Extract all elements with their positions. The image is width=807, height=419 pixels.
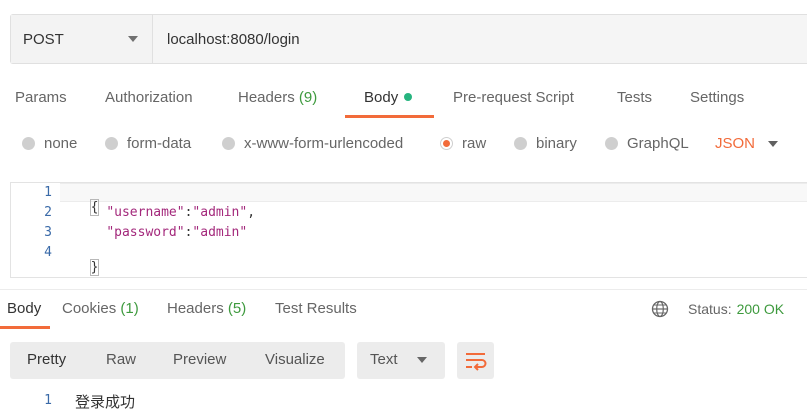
response-tab-body-label: Body — [7, 300, 42, 317]
response-tab-headers-count: (5) — [227, 300, 247, 317]
radio-form-data-label: form-data — [127, 135, 192, 152]
radio-circle-icon — [605, 137, 618, 150]
radio-circle-icon — [222, 137, 235, 150]
radio-binary-label: binary — [536, 135, 577, 152]
line-number: 4 — [44, 245, 52, 260]
radio-circle-icon — [105, 137, 118, 150]
tab-pre-request-script-label: Pre-request Script — [453, 89, 574, 106]
close-brace: } — [89, 259, 100, 276]
code-line-3[interactable]: "password":"admin" — [75, 225, 247, 240]
view-visualize-button[interactable]: Visualize — [265, 351, 325, 368]
active-line-highlight — [60, 183, 807, 202]
format-select[interactable]: JSON — [715, 135, 755, 152]
radio-circle-icon — [22, 137, 35, 150]
view-preview-button[interactable]: Preview — [173, 351, 226, 368]
response-body-text: 登录成功 — [75, 393, 136, 411]
response-status: Status: 200 OK — [688, 301, 784, 317]
wrap-lines-icon — [466, 353, 487, 371]
json-value: "admin" — [192, 225, 248, 240]
radio-none[interactable]: none — [22, 135, 77, 152]
radio-form-data[interactable]: form-data — [105, 135, 191, 152]
url-input[interactable]: localhost:8080/login — [153, 15, 807, 63]
response-tab-cookies-label: Cookies — [62, 300, 117, 317]
globe-icon[interactable] — [651, 300, 669, 318]
radio-graphql-label: GraphQL — [627, 135, 689, 152]
tab-tests[interactable]: Tests — [617, 89, 652, 106]
response-tab-headers-label: Headers — [167, 300, 224, 317]
json-key: "username" — [106, 205, 185, 220]
wrap-lines-button[interactable] — [457, 342, 494, 379]
tab-params[interactable]: Params — [15, 89, 67, 106]
line-number: 1 — [44, 393, 52, 408]
radio-graphql[interactable]: GraphQL — [605, 135, 689, 152]
response-tab-cookies-count: (1) — [120, 300, 139, 317]
tab-settings-label: Settings — [690, 89, 745, 106]
tab-params-label: Params — [15, 89, 67, 106]
tab-pre-request-script[interactable]: Pre-request Script — [453, 89, 574, 106]
text-format-label: Text — [370, 351, 398, 368]
json-key: "password" — [106, 225, 185, 240]
json-value: "admin" — [192, 205, 248, 220]
tab-body-label: Body — [364, 89, 399, 106]
tab-authorization[interactable]: Authorization — [105, 89, 193, 106]
json-comma: , — [247, 205, 256, 220]
tab-headers-label: Headers — [238, 89, 295, 106]
active-tab-indicator — [345, 115, 434, 118]
response-tab-headers[interactable]: Headers (5) — [167, 300, 246, 317]
view-raw-button[interactable]: Raw — [106, 351, 136, 368]
radio-circle-icon — [514, 137, 527, 150]
radio-selected-icon — [440, 137, 453, 150]
radio-urlencoded-label: x-www-form-urlencoded — [244, 135, 404, 152]
radio-raw[interactable]: raw — [440, 135, 486, 152]
response-tab-test-results[interactable]: Test Results — [275, 300, 357, 317]
response-tab-body[interactable]: Body — [7, 300, 41, 317]
tab-authorization-label: Authorization — [105, 89, 193, 106]
radio-none-label: none — [44, 135, 78, 152]
line-number: 3 — [44, 225, 52, 240]
modified-dot-icon — [404, 93, 413, 102]
view-pretty-button[interactable]: Pretty — [27, 351, 66, 368]
chevron-down-icon — [128, 36, 138, 42]
code-line-2[interactable]: "username":"admin", — [75, 205, 255, 220]
text-format-select[interactable]: Text — [357, 342, 445, 379]
method-label: POST — [23, 30, 64, 48]
line-number: 1 — [44, 185, 52, 200]
radio-binary[interactable]: binary — [514, 135, 577, 152]
radio-raw-label: raw — [462, 135, 487, 152]
tab-headers-count: (9) — [298, 89, 318, 106]
url-value: localhost:8080/login — [167, 30, 300, 48]
response-tab-test-results-label: Test Results — [275, 300, 357, 317]
status-value: 200 OK — [736, 301, 785, 317]
method-select[interactable]: POST — [11, 15, 153, 63]
section-divider — [0, 289, 807, 290]
tab-headers[interactable]: Headers (9) — [238, 89, 317, 106]
response-tab-cookies[interactable]: Cookies (1) — [62, 300, 139, 317]
status-label: Status: — [688, 301, 732, 317]
tab-settings[interactable]: Settings — [690, 89, 744, 106]
tab-body[interactable]: Body — [364, 89, 413, 106]
tab-tests-label: Tests — [617, 89, 653, 106]
chevron-down-icon[interactable] — [768, 141, 778, 147]
active-response-tab-indicator — [0, 326, 50, 329]
code-line-4[interactable]: } — [75, 245, 100, 276]
radio-x-www-form-urlencoded[interactable]: x-www-form-urlencoded — [222, 135, 403, 152]
chevron-down-icon — [417, 357, 427, 363]
line-number: 2 — [44, 205, 52, 220]
request-url-bar: POST localhost:8080/login — [10, 14, 807, 64]
